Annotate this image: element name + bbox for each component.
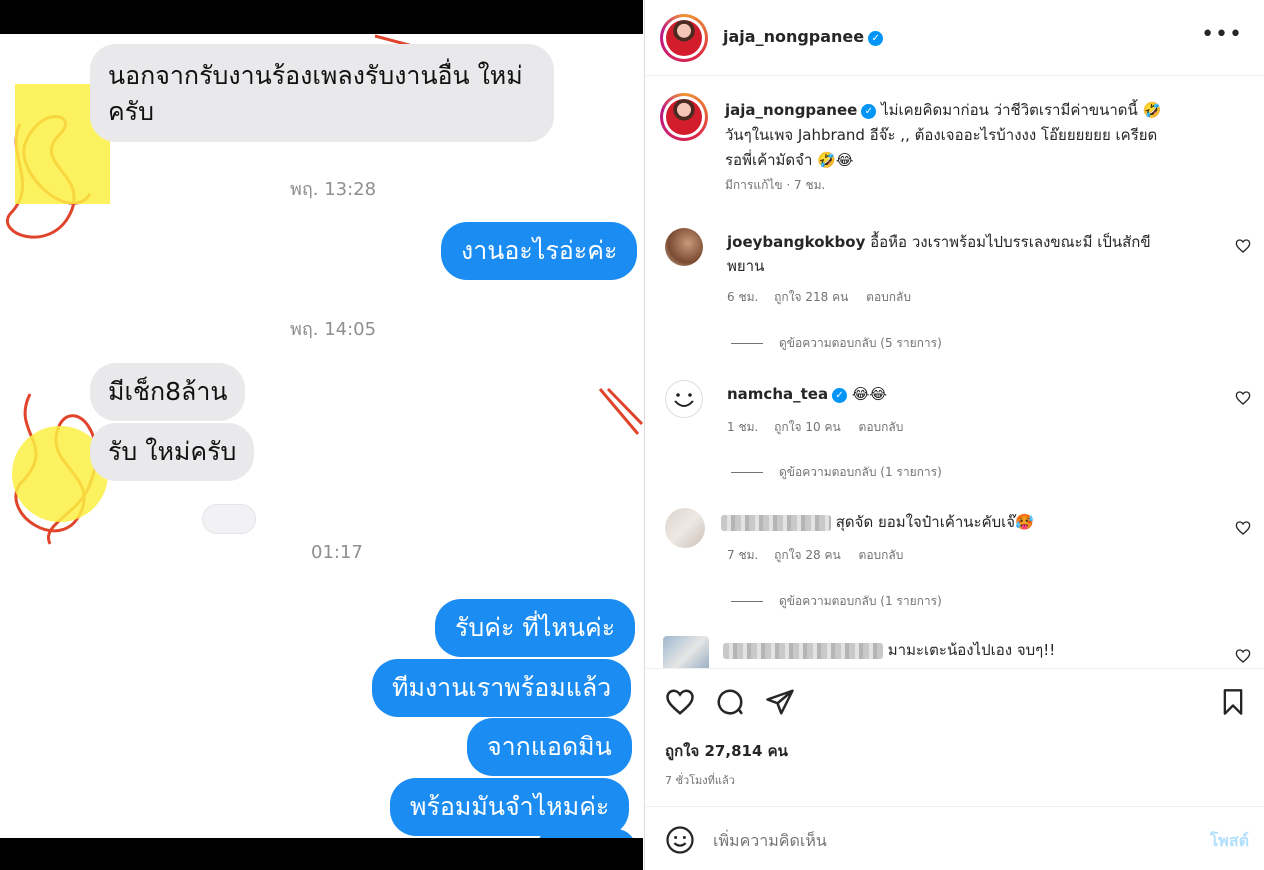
verified-badge-icon: ✓: [832, 388, 848, 403]
bookmark-icon[interactable]: [1219, 687, 1247, 717]
commenter-avatar[interactable]: [665, 380, 703, 418]
chat-message-outgoing: งานอะไรอ่ะค่ะ: [441, 222, 638, 280]
chat-message-outgoing: รับค่ะ ที่ไหนค่ะ: [435, 599, 636, 657]
commenter-username[interactable]: namcha_tea: [727, 385, 828, 403]
red-scribble-right: [598, 387, 643, 435]
view-replies-button[interactable]: ดูข้อความตอบกลับ (5 รายการ): [731, 334, 942, 353]
chat-message-text: ครับ: [108, 97, 155, 126]
emoji-icon[interactable]: [665, 825, 695, 855]
caption-meta: มีการแก้ไข · 7 ชม.: [725, 178, 826, 192]
post-media[interactable]: นอกจากรับงานร้องเพลงรับงานอื่น ใหม่ ครับ…: [0, 0, 643, 870]
chat-message-incoming: นอกจากรับงานร้องเพลงรับงานอื่น ใหม่ ครับ: [90, 44, 554, 142]
comment-reply-button[interactable]: ตอบกลับ: [859, 420, 904, 434]
post-header: jaja_nongpanee ✓ •••: [645, 0, 1264, 76]
comment-text: สุดจัด ยอมใจป๋าเค้านะคับเจ๊🥵: [835, 513, 1034, 531]
comment-likes[interactable]: ถูกใจ 28 คน: [774, 548, 841, 562]
more-horizontal-icon[interactable]: •••: [1201, 24, 1243, 46]
post-comment-button[interactable]: โพสต์: [1210, 829, 1249, 854]
caption-text: ไม่เคยคิดมาก่อน ว่าชีวิตเรามีค่าขนาดนี้ …: [881, 101, 1162, 119]
chat-timestamp: 01:17: [311, 542, 363, 563]
caption-username[interactable]: jaja_nongpanee: [725, 101, 857, 119]
comment-like-heart-icon[interactable]: [1235, 648, 1251, 664]
verified-badge-icon: ✓: [868, 31, 884, 46]
comment-time: 7 ชม.: [727, 548, 759, 562]
chat-message-text: นอกจากรับงานร้องเพลงรับงานอื่น ใหม่: [108, 61, 523, 90]
comment-time: 6 ชม.: [727, 290, 759, 304]
caption: jaja_nongpanee ✓ ไม่เคยคิดมาก่อน ว่าชีวิต…: [725, 98, 1245, 193]
post-time: 7 ชั่วโมงที่แล้ว: [665, 774, 735, 787]
commenter-avatar[interactable]: [665, 228, 703, 266]
comment-likes[interactable]: ถูกใจ 10 คน: [774, 420, 841, 434]
chat-screenshot: นอกจากรับงานร้องเพลงรับงานอื่น ใหม่ ครับ…: [0, 34, 643, 838]
verified-badge-icon: ✓: [861, 104, 877, 119]
comment-input[interactable]: [713, 827, 1173, 853]
chat-message-outgoing: จากแอดมิน: [467, 718, 632, 776]
author-username[interactable]: jaja_nongpanee: [723, 27, 864, 46]
chat-message-outgoing-partial: [536, 829, 636, 838]
comment-text: 😂😂: [851, 385, 887, 403]
commenter-username-redacted[interactable]: [723, 642, 883, 659]
comment-composer: โพสต์: [645, 806, 1264, 870]
action-bar: ถูกใจ 27,814 คน 7 ชั่วโมงที่แล้ว: [645, 668, 1264, 806]
comment-time: 1 ชม.: [727, 420, 759, 434]
chat-message-outgoing: ทีมงานเราพร้อมแล้ว: [372, 659, 632, 717]
post-panel: jaja_nongpanee ✓ ••• jaja_nongpanee ✓ ไม่เ…: [644, 0, 1264, 870]
view-replies-button[interactable]: ดูข้อความตอบกลับ (1 รายการ): [731, 463, 942, 482]
caption-text: วันๆในเพจ Jahbrand อีจ๊ะ ,, ต้องเจออะไรบ…: [725, 126, 1158, 144]
view-replies-button[interactable]: ดูข้อความตอบกลับ (1 รายการ): [731, 592, 942, 611]
comment: มามะเตะน้องไปเอง จบๆ!!: [645, 632, 1264, 668]
comment: สุดจัด ยอมใจป๋าเค้านะคับเจ๊🥵 7 ชม. ถูกใจ…: [645, 506, 1264, 616]
likes-count[interactable]: ถูกใจ 27,814 คน: [665, 739, 788, 763]
chat-timestamp: พฤ. 14:05: [290, 319, 377, 340]
chat-message-outgoing: พร้อมมันจำไหมค่ะ: [390, 778, 630, 836]
comment-reply-button[interactable]: ตอบกลับ: [859, 548, 904, 562]
send-icon[interactable]: [765, 687, 795, 717]
comment-like-heart-icon[interactable]: [1235, 238, 1251, 254]
commenter-avatar[interactable]: [665, 508, 705, 548]
caption-avatar[interactable]: [660, 93, 708, 141]
commenter-avatar[interactable]: [663, 636, 709, 668]
commenter-username-redacted[interactable]: [721, 514, 831, 531]
add-reaction-button[interactable]: [202, 504, 256, 534]
comment-text: อื้อหือ วงเราพร้อมไปบรรเลงขณะมี เป็นสักข…: [870, 233, 1151, 251]
chat-timestamp: พฤ. 13:28: [290, 179, 377, 200]
comment: joeybangkokboy อื้อหือ วงเราพร้อมไปบรรเล…: [645, 226, 1264, 356]
chat-message-incoming: มีเช็ก8ล้าน: [90, 363, 246, 421]
comment-likes[interactable]: ถูกใจ 218 คน: [774, 290, 848, 304]
comment-text: พยาน: [727, 257, 765, 275]
author-avatar[interactable]: [660, 14, 708, 62]
comment: namcha_tea ✓ 😂😂 1 ชม. ถูกใจ 10 คน ตอบกลับ…: [645, 378, 1264, 488]
comment-like-heart-icon[interactable]: [1235, 390, 1251, 406]
caption-text: รอพี่เค้ามัดจำ 🤣😂: [725, 151, 854, 169]
chat-message-incoming: รับ ใหม่ครับ: [90, 423, 255, 481]
comment-text: มามะเตะน้องไปเอง จบๆ!!: [887, 641, 1056, 659]
heart-icon[interactable]: [665, 687, 695, 717]
commenter-username[interactable]: joeybangkokboy: [727, 233, 865, 251]
comment-like-heart-icon[interactable]: [1235, 520, 1251, 536]
comment-reply-button[interactable]: ตอบกลับ: [866, 290, 911, 304]
comment-icon[interactable]: [715, 687, 745, 717]
